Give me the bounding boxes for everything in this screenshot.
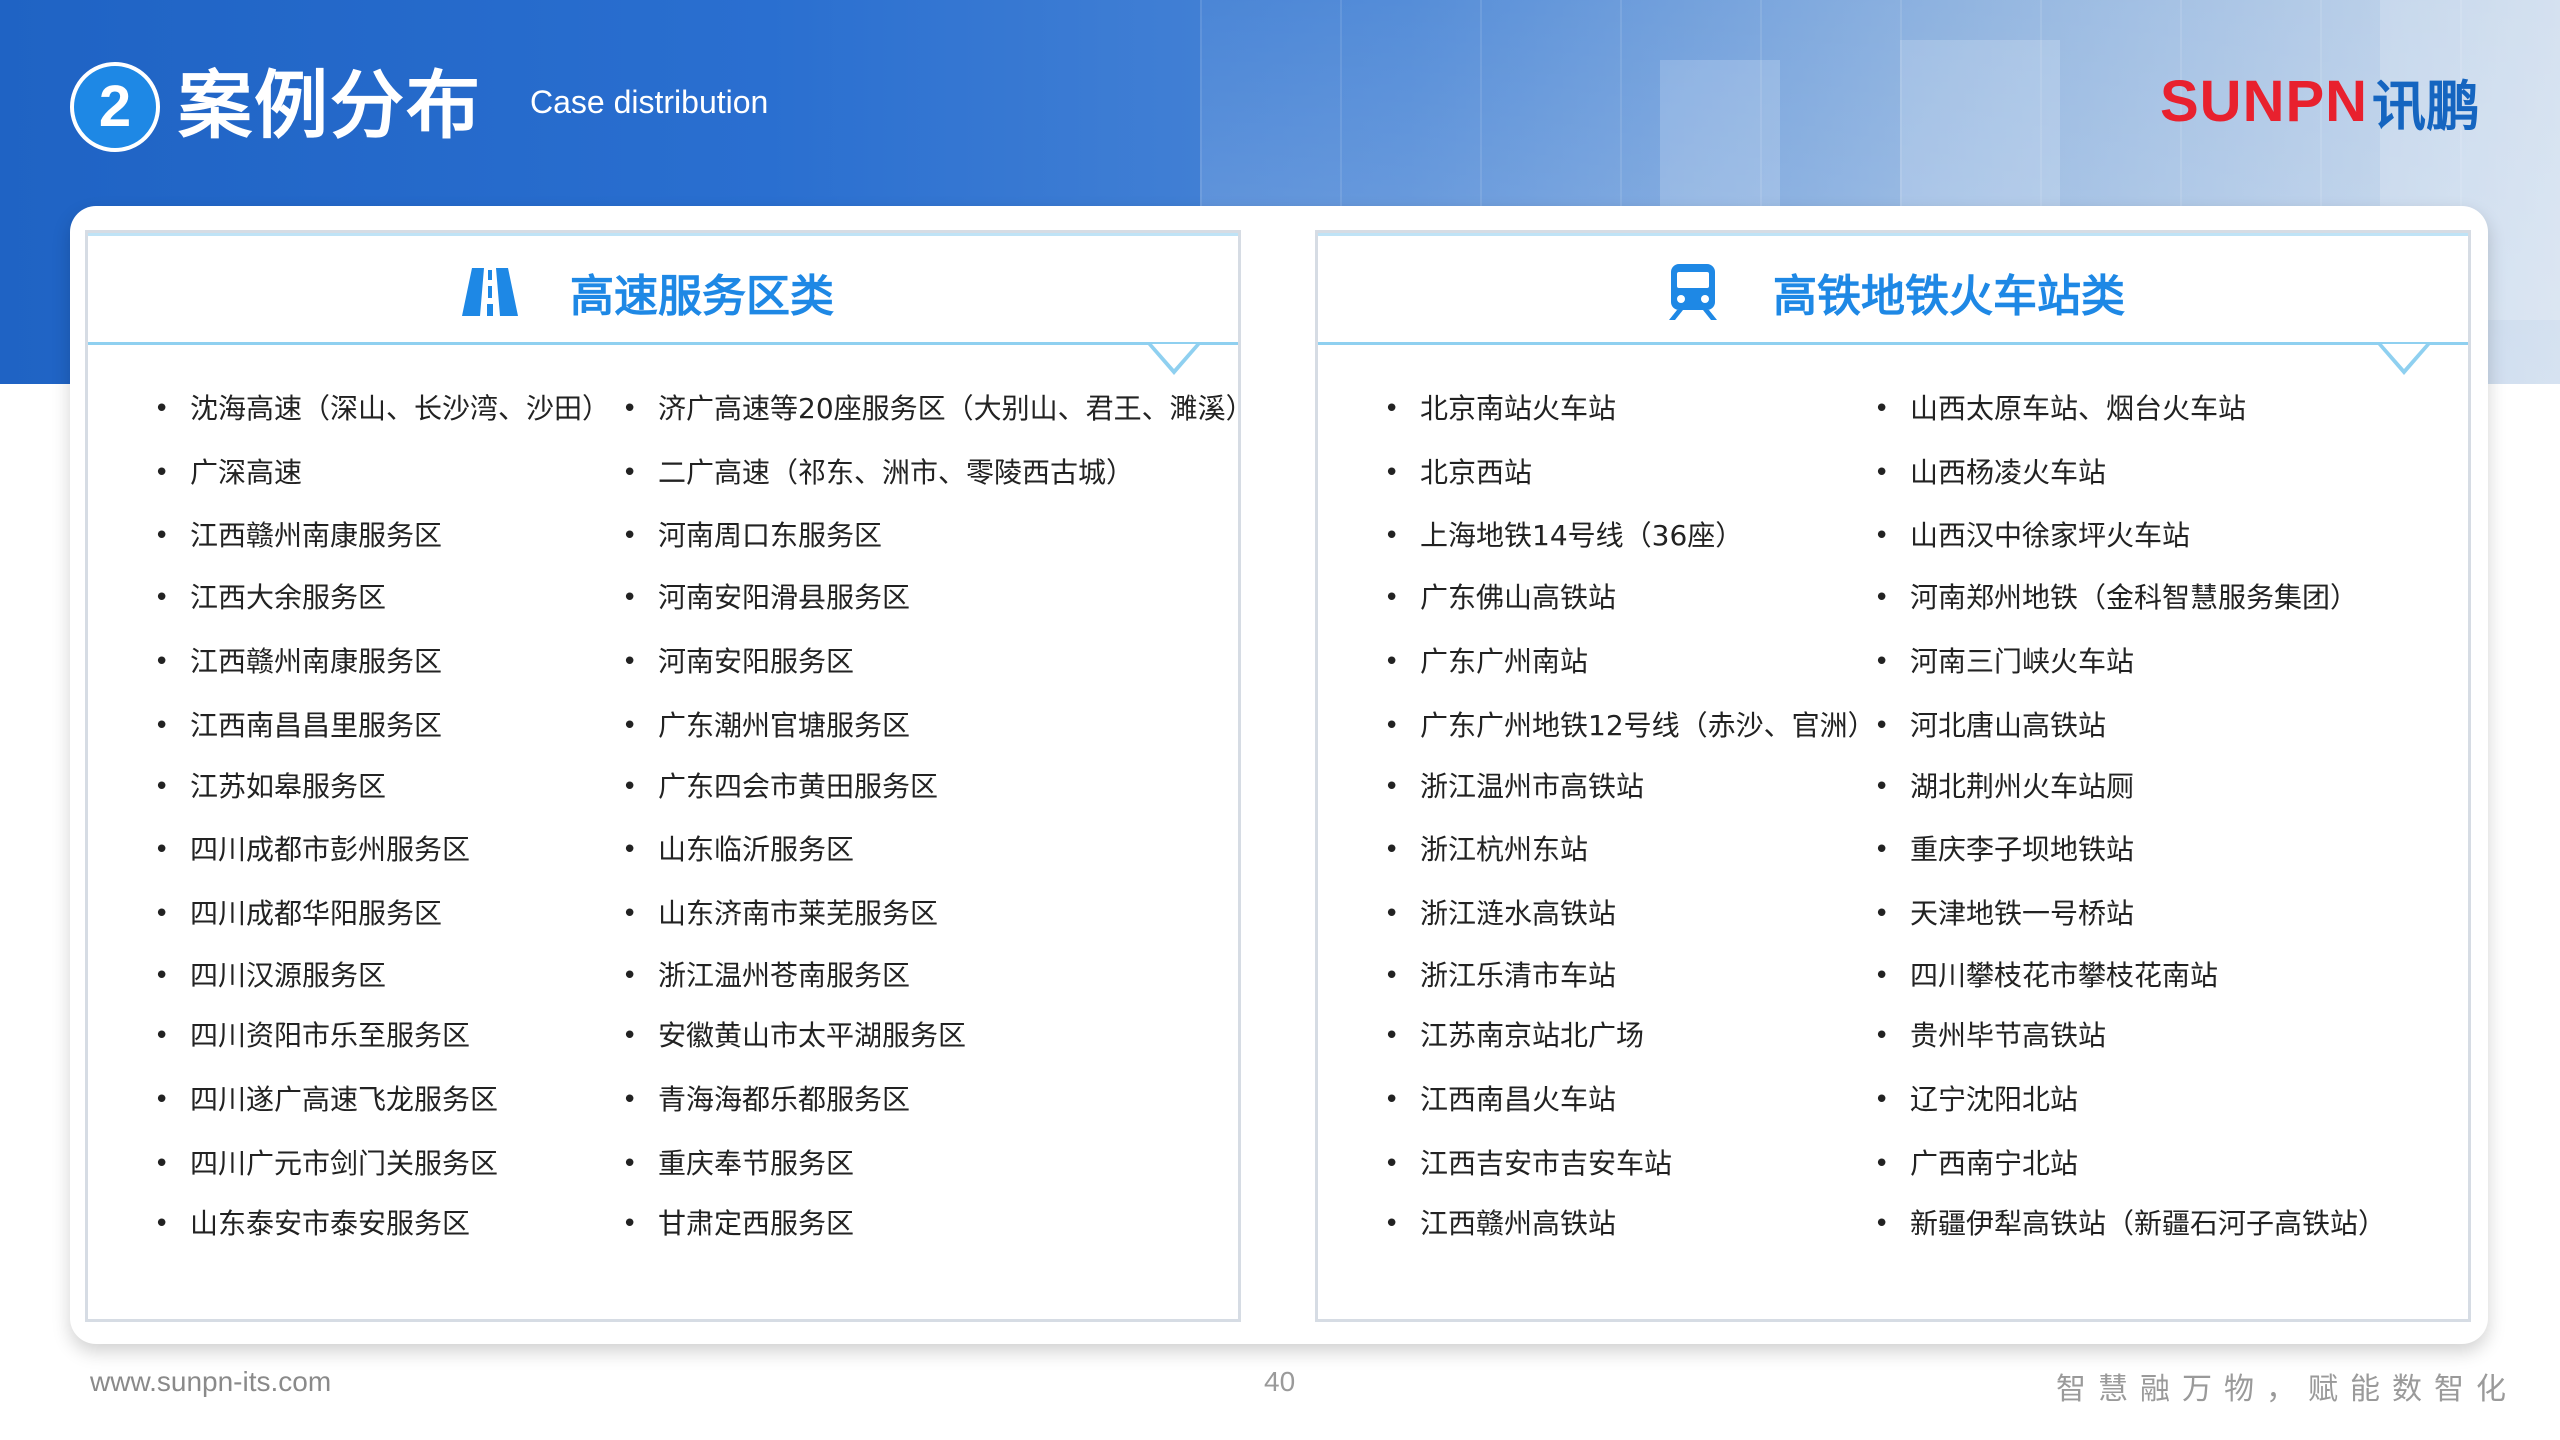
list-item: 广东广州南站 [1384,642,1588,682]
list-item: 江西赣州高铁站 [1384,1204,1616,1244]
railway-station-panel: 高铁地铁火车站类 北京南站火车站北京西站上海地铁14号线（36座） 广东佛山高铁站… [1315,230,2471,1322]
list-item: 辽宁沈阳北站 [1874,1080,2078,1120]
list-item: 济广高速等20座服务区（大别山、君王、濉溪） [622,389,1254,429]
list-item: 贵州毕节高铁站 [1874,1016,2106,1056]
page-number: 40 [1264,1366,1296,1397]
panel-title: 高铁地铁火车站类 [1663,260,2125,324]
list-item: 浙江乐清市车站 [1384,956,1616,996]
list-item: 四川广元市剑门关服务区 [154,1144,498,1184]
list-item: 河南安阳滑县服务区 [622,578,910,618]
list-item: 江西赣州南康服务区 [154,642,442,682]
list-item: 四川攀枝花市攀枝花南站 [1874,956,2218,996]
list-item: 沈海高速（深山、长沙湾、沙田） [154,389,610,429]
panel-title: 高速服务区类 [460,260,834,324]
list-item: 甘肃定西服务区 [622,1204,854,1244]
list-item: 广东潮州官塘服务区 [622,706,910,746]
list-item: 重庆奉节服务区 [622,1144,854,1184]
list-item: 广西南宁北站 [1874,1144,2078,1184]
list-item: 河北唐山高铁站 [1874,706,2106,746]
highway-service-area-panel: 高速服务区类 沈海高速（深山、长沙湾、沙田） 广深高速江西赣州南康服务区江西大余服… [85,230,1254,1322]
highway-icon [462,268,518,316]
list-item: 江西大余服务区 [154,578,386,618]
logo-text-en: SUNPN [2160,68,2369,134]
list-item: 四川资阳市乐至服务区 [154,1016,470,1056]
list-item: 山东济南市莱芜服务区 [622,894,938,934]
list-item: 浙江涟水高铁站 [1384,894,1616,934]
list-item: 浙江温州苍南服务区 [622,956,910,996]
footer-website: www.sunpn-its.com [90,1366,332,1397]
list-item: 河南周口东服务区 [622,516,882,556]
list-item: 山西太原车站、烟台火车站 [1874,389,2246,429]
list-item: 浙江温州市高铁站 [1384,767,1644,807]
panel-header: 高速服务区类 [88,233,1238,375]
list-item: 二广高速（祁东、洲市、零陵西古城） [622,453,1134,493]
panel-title-text: 高速服务区类 [570,271,834,322]
panel-title-text: 高铁地铁火车站类 [1773,271,2125,322]
list-item: 河南三门峡火车站 [1874,642,2134,682]
list-item: 浙江杭州东站 [1384,830,1588,870]
section-number: 2 [70,62,160,152]
list-item: 北京西站 [1384,453,1532,493]
list-item: 重庆李子坝地铁站 [1874,830,2134,870]
list-item: 广东佛山高铁站 [1384,578,1616,618]
page-subtitle: Case distribution [530,84,769,120]
list-item: 河南郑州地铁（金科智慧服务集团） [1874,578,2358,618]
list-item: 广东广州地铁12号线（赤沙、官洲） [1384,706,1876,746]
list-item: 青海海都乐都服务区 [622,1080,910,1120]
list-item: 江西赣州南康服务区 [154,516,442,556]
list-item: 山东泰安市泰安服务区 [154,1204,470,1244]
list-item: 江苏如皋服务区 [154,767,386,807]
logo-text-cn: 讯鹏 [2372,74,2481,138]
list-item: 江西南昌火车站 [1384,1080,1616,1120]
list-item: 天津地铁一号桥站 [1874,894,2134,934]
footer-slogan: 智慧融万物，赋能数智化 [2056,1372,2518,1407]
list-item: 北京南站火车站 [1384,389,1616,429]
list-item: 山东临沂服务区 [622,830,854,870]
list-item: 上海地铁14号线（36座） [1384,516,1743,556]
list-item: 四川遂广高速飞龙服务区 [154,1080,498,1120]
list-item: 四川成都华阳服务区 [154,894,442,934]
list-item: 广东四会市黄田服务区 [622,767,938,807]
list-item: 江西吉安市吉安车站 [1384,1144,1672,1184]
list-item: 湖北荆州火车站厕 [1874,767,2134,807]
list-item: 安徽黄山市太平湖服务区 [622,1016,966,1056]
list-item: 新疆伊犁高铁站（新疆石河子高铁站） [1874,1204,2386,1244]
list-item: 河南安阳服务区 [622,642,854,682]
list-item: 四川汉源服务区 [154,956,386,996]
list-item: 四川成都市彭州服务区 [154,830,470,870]
panel-header: 高铁地铁火车站类 [1318,233,2468,375]
train-icon [1669,264,1717,320]
list-item: 江西南昌昌里服务区 [154,706,442,746]
list-item: 江苏南京站北广场 [1384,1016,1644,1056]
list-item: 广深高速 [154,453,302,493]
list-item: 山西汉中徐家坪火车站 [1874,516,2190,556]
brand-logo: SUNPN 讯鹏 [2160,66,2480,138]
page-title: 案例分布 [178,63,482,149]
list-item: 山西杨凌火车站 [1874,453,2106,493]
